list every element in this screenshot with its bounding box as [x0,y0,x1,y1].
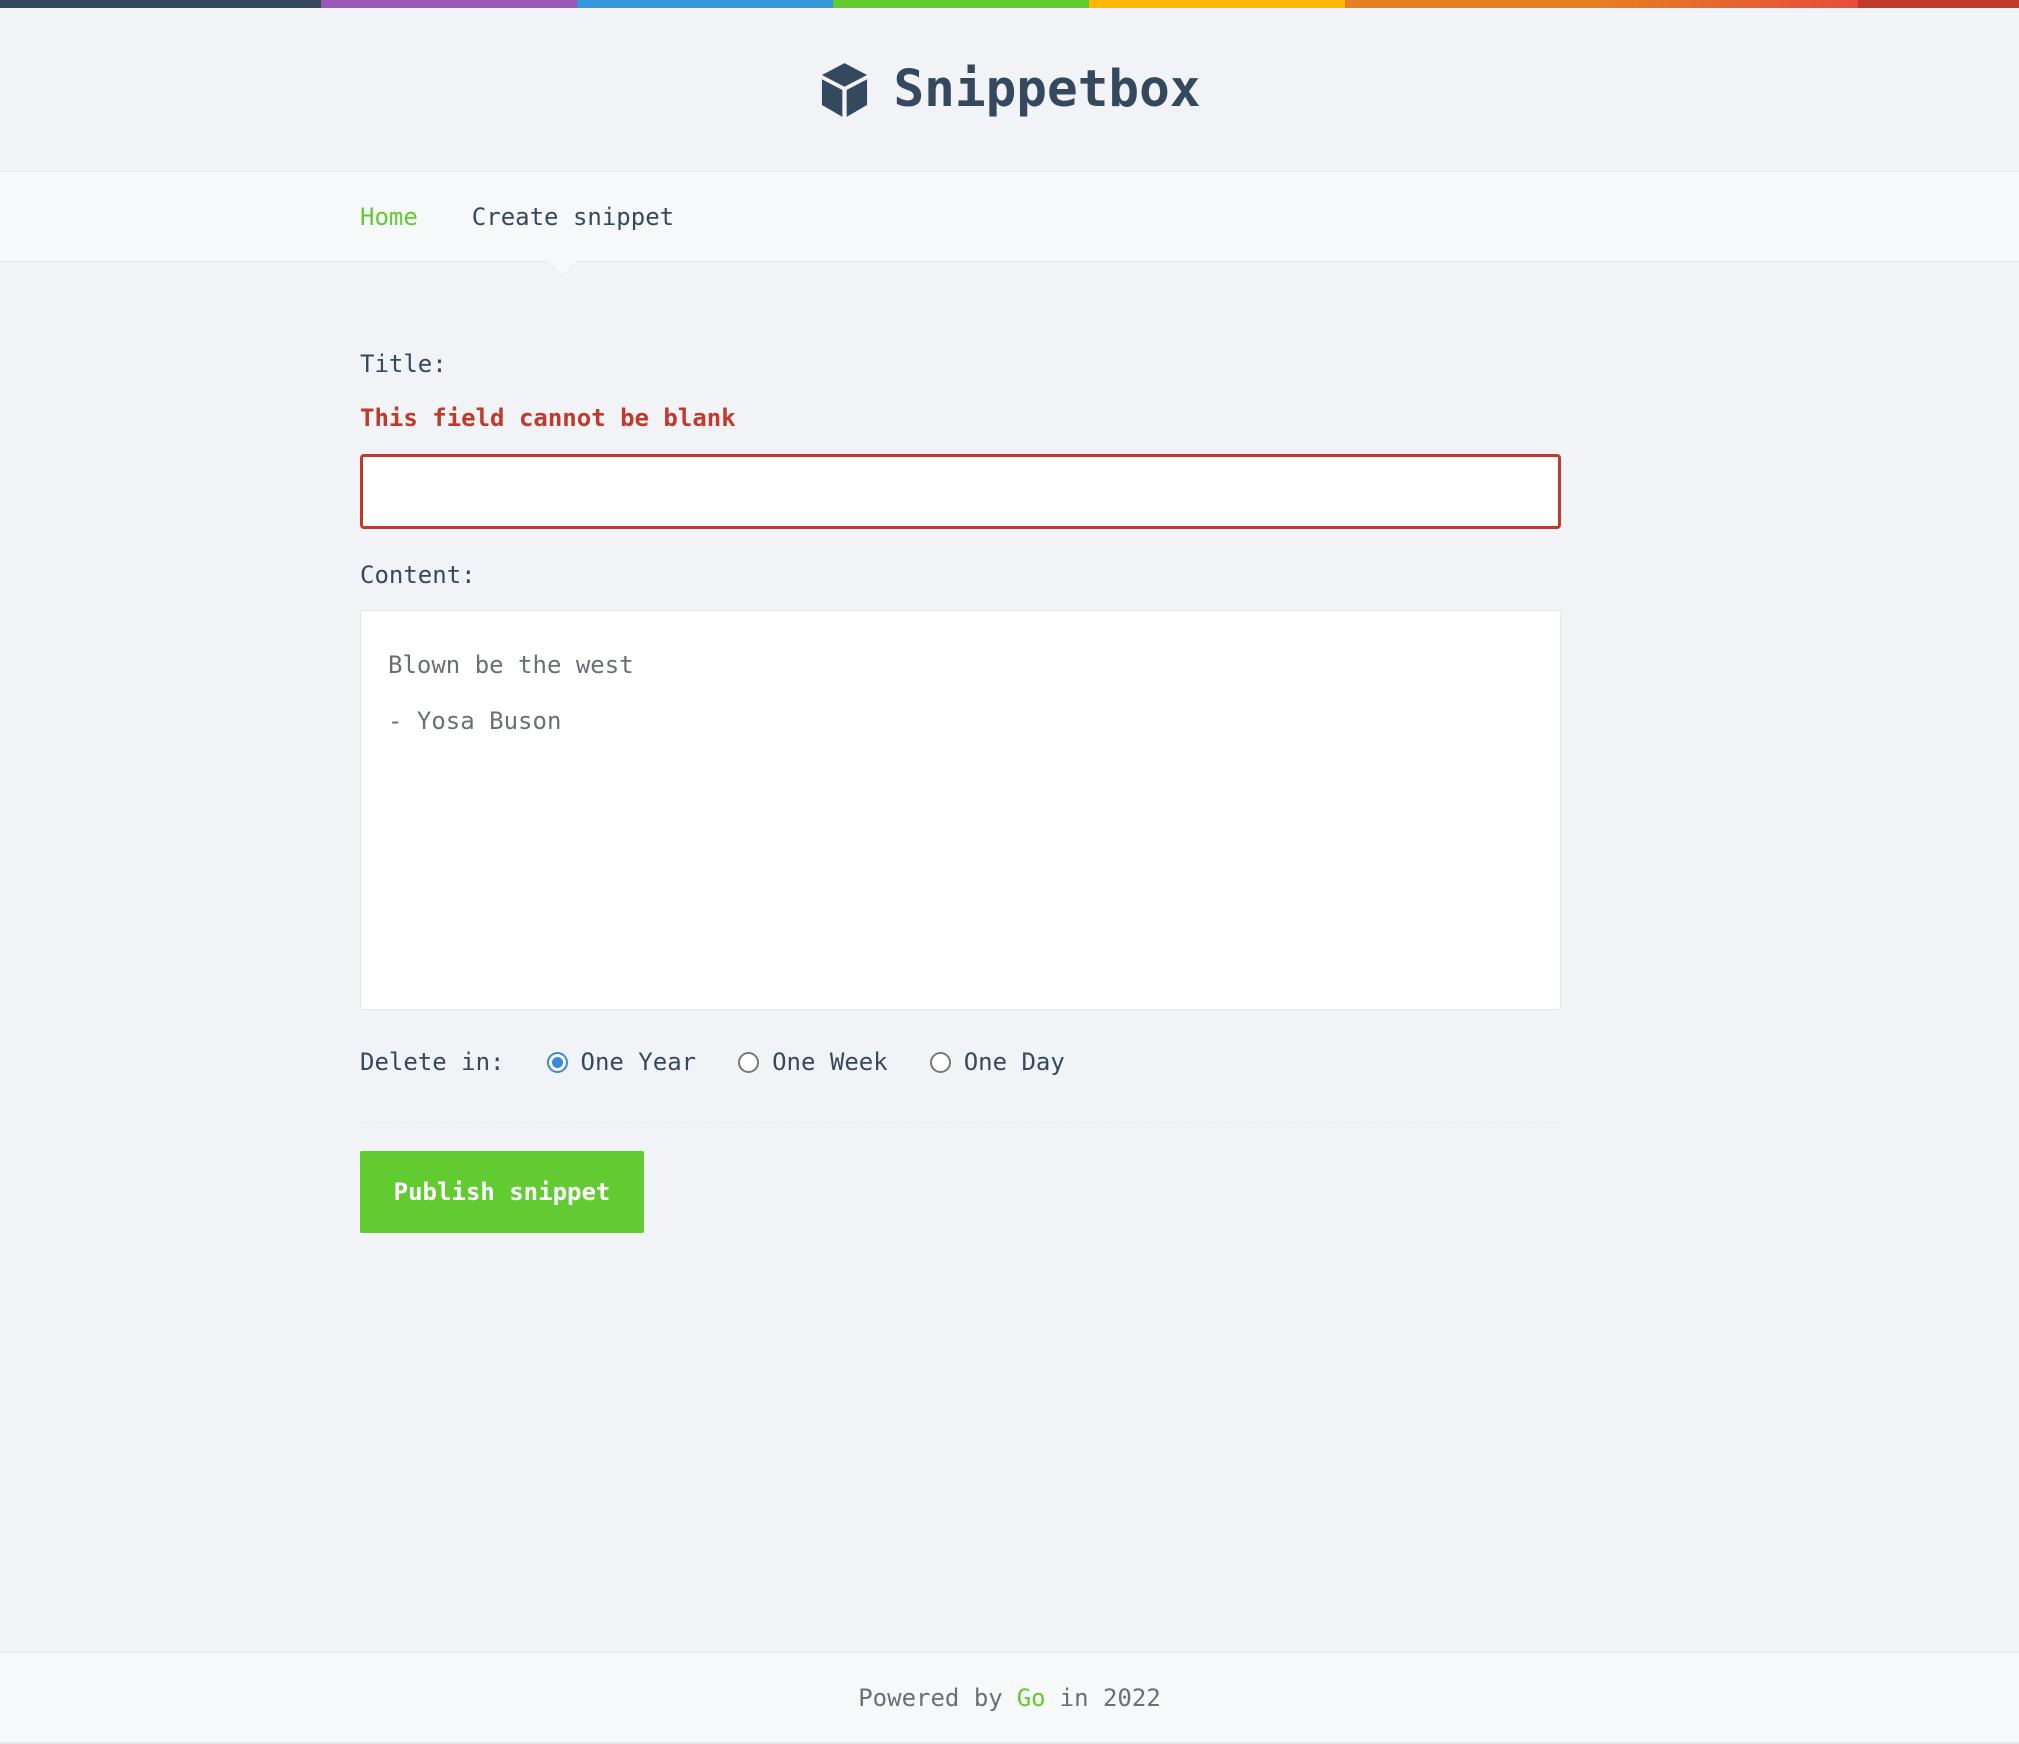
radio-one-week[interactable]: One Week [738,1048,888,1076]
site-header: Snippetbox [0,8,2019,171]
nav-create-snippet-link[interactable]: Create snippet [472,203,674,231]
rainbow-segment [1601,0,1858,8]
cube-icon [822,62,868,117]
radio-label: One Week [772,1048,888,1076]
publish-snippet-button[interactable]: Publish snippet [360,1151,644,1233]
title-error-message: This field cannot be blank [360,404,736,432]
radio-one-year[interactable]: One Year [546,1048,697,1076]
title-input[interactable] [360,454,1561,529]
rainbow-segment [0,0,321,8]
radio-one-day[interactable]: One Day [929,1048,1065,1076]
delete-in-label: Delete in: [360,1048,505,1076]
title-label: Title: [360,350,447,378]
radio-label: One Year [580,1048,697,1076]
expires-radio-group: Delete in: One Year One Week One Day [360,1042,1107,1082]
nav-home-link[interactable]: Home [360,203,418,231]
site-footer: Powered by Go in 2022 [0,1652,2019,1744]
footer-suffix: in 2022 [1059,1683,1161,1712]
rainbow-bar [0,0,2019,8]
rainbow-segment [577,0,833,8]
radio-label: One Day [963,1048,1065,1076]
brand-name: Snippetbox [893,60,1201,119]
brand-logo-link[interactable]: Snippetbox [818,60,1201,119]
form-divider [360,1122,1561,1123]
footer-prefix: Powered by [858,1683,1003,1712]
content-textarea[interactable]: Blown be the west - Yosa Buson [360,610,1561,1010]
rainbow-segment [1345,0,1601,8]
rainbow-segment [1089,0,1345,8]
footer-go-link[interactable]: Go [1017,1684,1046,1712]
active-nav-indicator [547,261,577,276]
radio-checked-icon[interactable] [546,1051,568,1073]
radio-unchecked-icon[interactable] [738,1051,760,1073]
rainbow-segment [321,0,577,8]
rainbow-segment [1858,0,2019,8]
content-label: Content: [360,561,476,589]
rainbow-segment [833,0,1089,8]
main-nav: Home Create snippet [0,171,2019,277]
radio-unchecked-icon[interactable] [929,1051,951,1073]
